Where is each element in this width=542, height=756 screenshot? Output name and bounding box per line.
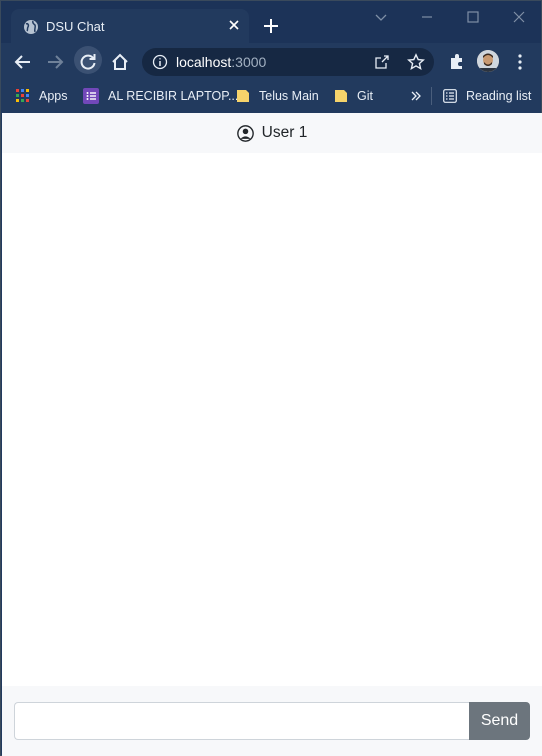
home-icon[interactable] <box>110 52 130 72</box>
user-circle-icon <box>236 124 254 142</box>
forward-arrow-icon[interactable] <box>45 52 65 72</box>
info-icon[interactable] <box>152 54 168 70</box>
chevron-double-right-icon[interactable] <box>410 90 422 102</box>
close-icon[interactable] <box>226 17 242 33</box>
chat-header: User 1 <box>2 113 542 153</box>
send-button[interactable]: Send <box>469 702 530 740</box>
star-icon[interactable] <box>407 53 425 71</box>
form-icon <box>83 88 99 104</box>
bookmarks-divider <box>431 87 432 105</box>
tab-strip: DSU Chat <box>1 1 541 43</box>
url-text[interactable]: localhost:3000 <box>176 54 266 70</box>
chat-page: User 1 Send <box>2 113 542 756</box>
minimize-icon[interactable] <box>419 9 435 25</box>
chat-footer: Send <box>2 686 542 756</box>
browser-window: DSU Chat localhost:3000 Apps AL RECIBIR … <box>0 0 542 756</box>
message-list <box>2 153 542 686</box>
bookmark-label: AL RECIBIR LAPTOP... <box>108 89 239 103</box>
bookmark-git[interactable]: Git <box>334 87 373 105</box>
chevron-down-icon[interactable] <box>373 9 389 25</box>
back-arrow-icon[interactable] <box>13 52 33 72</box>
bookmark-label: Telus Main <box>259 89 319 103</box>
extensions-icon[interactable] <box>447 52 467 72</box>
more-vertical-icon[interactable] <box>510 52 530 72</box>
browser-toolbar: localhost:3000 <box>1 43 541 81</box>
reading-list-label: Reading list <box>466 89 532 103</box>
bookmark-label: Git <box>357 89 373 103</box>
url-host: localhost <box>176 54 232 70</box>
user-name: User 1 <box>261 124 308 141</box>
folder-icon <box>335 90 347 102</box>
bookmark-al-recibir-laptop[interactable]: AL RECIBIR LAPTOP... <box>83 87 238 105</box>
new-tab-icon[interactable] <box>263 18 279 34</box>
avatar[interactable] <box>477 50 499 72</box>
bookmark-apps[interactable]: Apps <box>16 87 68 105</box>
reading-list-icon <box>443 89 457 103</box>
reload-icon[interactable] <box>78 52 98 72</box>
folder-icon <box>237 90 249 102</box>
globe-icon <box>24 20 38 34</box>
address-bar[interactable]: localhost:3000 <box>142 48 434 76</box>
apps-grid-icon <box>16 89 29 102</box>
message-input[interactable] <box>14 702 470 740</box>
maximize-icon[interactable] <box>465 9 481 25</box>
window-close-icon[interactable] <box>511 9 527 25</box>
bookmarks-bar: Apps AL RECIBIR LAPTOP... Telus Main Git <box>1 81 541 112</box>
share-icon[interactable] <box>374 54 390 70</box>
tab-title: DSU Chat <box>46 19 105 34</box>
bookmark-label: Apps <box>39 89 68 103</box>
profile-photo-icon <box>477 50 499 72</box>
reading-list-button[interactable]: Reading list <box>443 87 531 105</box>
url-port: :3000 <box>231 54 267 70</box>
tab-dsu-chat[interactable]: DSU Chat <box>11 9 249 43</box>
bookmark-telus-main[interactable]: Telus Main <box>236 87 319 105</box>
